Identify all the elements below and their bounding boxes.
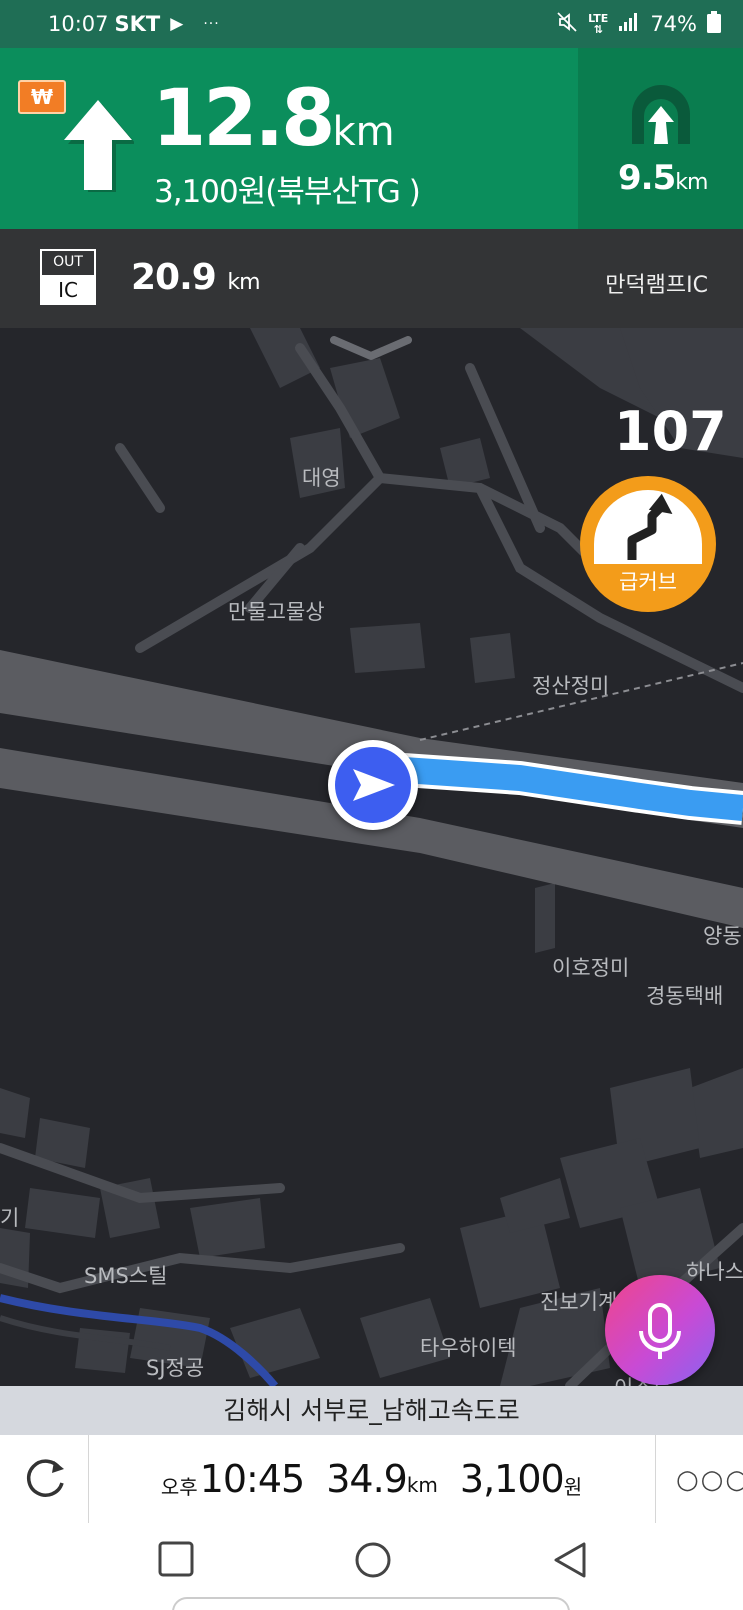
next-maneuver-distance: 12.8km [152,74,395,177]
microphone-icon [639,1303,681,1359]
signal-icon [618,12,640,37]
remaining-distance: 34.9 [326,1457,408,1501]
badge-ic-label: IC [42,275,94,305]
status-carrier: SKT [114,12,161,36]
circle-icon [355,1542,391,1578]
trip-info-bar[interactable]: 오후 10:45 34.9 km 3,100 원 ○○○ [0,1435,743,1523]
exit-ic-badge: OUT IC [40,249,96,305]
toll-gate-icon: ₩ [18,80,66,114]
back-triangle-icon [554,1542,586,1578]
tunnel-info-panel: 9.5km [578,48,743,229]
speed-limit-value: 107 [614,400,727,463]
play-icon: ▶ [170,14,184,34]
trip-summary[interactable]: 오후 10:45 34.9 km 3,100 원 [88,1435,655,1523]
more-notifications-icon: ··· [203,16,220,32]
current-road-name: 김해시 서부로_남해고속도로 [0,1386,743,1435]
back-button[interactable] [552,1541,588,1583]
mute-icon [556,11,578,38]
status-time: 10:07 [48,12,109,36]
tunnel-distance: 9.5km [618,158,708,198]
reroute-button[interactable] [22,1455,68,1501]
voice-search-button[interactable] [605,1275,715,1385]
refresh-icon [26,1459,64,1497]
map-label: 타우하이텍 [420,1336,517,1360]
battery-percent: 74% [650,12,697,36]
curve-sign-face [594,490,702,564]
gesture-pill [172,1597,570,1610]
map-label: 양동 [703,924,742,948]
square-icon [158,1541,194,1577]
map-label: SJ정공 [146,1356,205,1380]
turn-guidance-panel[interactable]: ₩ 12.8km 3,100원(북부산TG ) 9.5km [0,48,743,229]
more-menu-button[interactable]: ○○○ [676,1465,743,1495]
home-button[interactable] [354,1541,392,1583]
toll-total-unit: 원 [563,1474,583,1499]
eta-prefix: 오후 [160,1474,198,1499]
distance-unit: km [332,109,395,155]
map-label: 만물고물상 [228,600,325,624]
exit-distance-unit: km [227,270,260,295]
toll-info: 3,100원(북부산TG ) [154,174,421,210]
map-label: 경동택배 [646,984,724,1008]
divider [655,1435,656,1523]
current-location-marker [328,740,418,830]
exit-name: 만덕램프IC [605,273,708,298]
tunnel-icon [630,84,692,148]
straight-arrow-icon [62,96,136,196]
exit-distance-value: 20.9 [131,257,217,298]
exit-distance: 20.9 km [131,257,261,298]
map-label: 대영 [302,466,341,490]
system-nav-bar [0,1523,743,1610]
sharp-curve-icon [627,493,673,560]
location-arrow-icon [335,747,411,823]
remaining-distance-unit: km [406,1473,438,1497]
map-view[interactable]: 대영 만물고물상 정산정미 양동 이호정미 경동택배 SMS스틸 진보기계 하나… [0,328,743,1386]
badge-out-label: OUT [42,251,94,275]
lte-icon: LTE ⇅ [588,12,609,36]
map-label: SMS스틸 [84,1264,168,1288]
recent-apps-button[interactable] [158,1541,194,1581]
map-label: 기 [0,1206,20,1230]
battery-icon [707,10,721,38]
curve-warning-label: 급커브 [619,570,677,594]
exit-info-bar[interactable]: OUT IC 20.9 km 만덕램프IC [0,229,743,328]
tunnel-distance-value: 9.5 [618,158,676,198]
status-bar: 10:07 SKT ▶ ··· LTE ⇅ 74% [0,0,743,48]
toll-total: 3,100 [459,1457,565,1501]
tunnel-distance-unit: km [675,170,708,195]
distance-value: 12.8 [152,74,335,164]
eta-time: 10:45 [199,1457,306,1501]
map-label: 이호정미 [552,956,630,980]
map-label: 정산정미 [532,674,610,698]
sharp-curve-warning: 급커브 [580,476,716,612]
